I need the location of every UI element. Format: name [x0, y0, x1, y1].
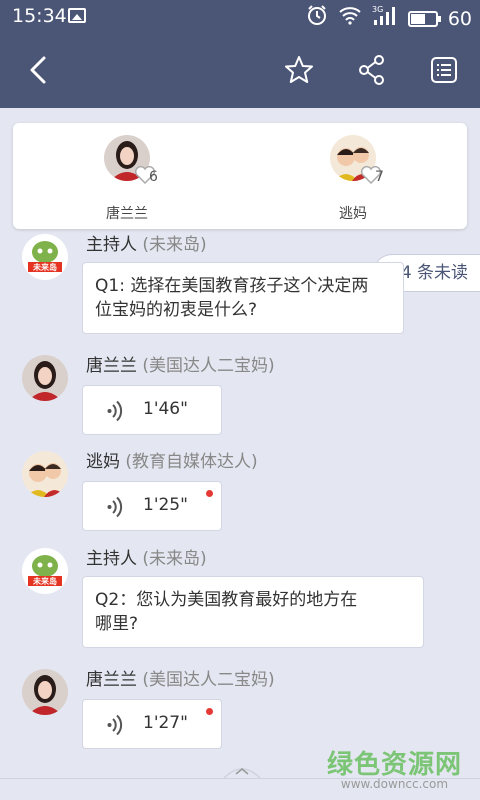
unheard-dot	[206, 490, 213, 497]
participant-name: 唐兰兰	[106, 206, 148, 222]
voice-wave-icon	[107, 400, 123, 422]
voice-duration: 1'46"	[143, 399, 188, 419]
message-sender: 主持人 (未来岛)	[86, 544, 207, 569]
list-icon	[431, 57, 457, 83]
sender-name: 主持人	[86, 549, 137, 569]
back-button[interactable]	[18, 50, 58, 90]
sender-tag: (教育自媒体达人)	[125, 452, 258, 472]
sender-name: 唐兰兰	[86, 670, 137, 690]
like-count: 6	[149, 169, 158, 185]
gallery-icon	[68, 8, 86, 23]
participant-name: 逃妈	[339, 206, 367, 222]
network-type: 3G	[372, 5, 383, 14]
avatar[interactable]: 未来岛	[22, 548, 68, 594]
message-text-line: Q1: 选择在美国教育孩子这个决定两	[95, 276, 369, 296]
sender-name: 唐兰兰	[86, 356, 137, 376]
message-text-line: 位宝妈的初衷是什么?	[95, 300, 258, 320]
battery-icon	[407, 10, 441, 27]
avatar[interactable]	[22, 451, 68, 497]
status-time: 15:34	[12, 5, 67, 27]
avatar[interactable]	[22, 355, 68, 401]
star-icon	[285, 56, 313, 83]
voice-duration: 1'25"	[143, 495, 188, 515]
voice-duration: 1'27"	[143, 713, 188, 733]
message-sender: 主持人 (未来岛)	[86, 230, 207, 255]
watermark-url: www.downcc.com	[340, 777, 449, 791]
avatar[interactable]	[22, 669, 68, 715]
voice-bubble[interactable]: 1'46"	[82, 385, 222, 435]
sender-tag: (未来岛)	[142, 235, 207, 255]
message-sender: 逃妈 (教育自媒体达人)	[86, 447, 258, 472]
message-sender: 唐兰兰 (美国达人二宝妈)	[86, 351, 275, 376]
voice-wave-icon	[107, 714, 123, 736]
sender-tag: (美国达人二宝妈)	[142, 670, 275, 690]
message-sender: 唐兰兰 (美国达人二宝妈)	[86, 665, 275, 690]
avatar[interactable]: 未来岛	[22, 234, 68, 280]
like-count: 7	[375, 169, 384, 185]
sender-tag: (美国达人二宝妈)	[142, 356, 275, 376]
svg-text:未来岛: 未来岛	[32, 262, 57, 272]
share-button[interactable]	[352, 50, 392, 90]
chevron-up-icon	[223, 768, 261, 779]
message-text-line: Q2：您认为美国教育最好的地方在	[95, 590, 358, 610]
text-bubble[interactable]: Q1: 选择在美国教育孩子这个决定两 位宝妈的初衷是什么?	[82, 262, 404, 334]
avatar	[330, 135, 382, 185]
sender-name: 主持人	[86, 235, 137, 255]
avatar	[104, 135, 156, 185]
watermark: 绿色资源网 www.downcc.com	[327, 744, 462, 791]
voice-wave-icon	[107, 496, 123, 518]
list-menu-button[interactable]	[424, 50, 464, 90]
unheard-dot	[206, 708, 213, 715]
wifi-icon	[338, 5, 362, 32]
share-icon	[359, 55, 384, 85]
sender-name: 逃妈	[86, 452, 120, 472]
text-bubble[interactable]: Q2：您认为美国教育最好的地方在 哪里?	[82, 576, 424, 648]
participant-taoma[interactable]: 7 逃妈	[293, 135, 413, 223]
message-text-line: 哪里?	[95, 614, 139, 634]
battery-level: 60	[447, 7, 472, 30]
signal-icon: 3G	[372, 4, 398, 33]
back-arrow-icon	[30, 56, 46, 84]
voice-bubble[interactable]: 1'27"	[82, 699, 222, 749]
sender-tag: (未来岛)	[142, 549, 207, 569]
app-bar	[0, 32, 480, 108]
voice-bubble[interactable]: 1'25"	[82, 481, 222, 531]
status-bar: 15:34 3G 60	[0, 0, 480, 32]
expand-handle[interactable]	[222, 762, 262, 784]
favorite-button[interactable]	[279, 50, 319, 90]
participants-card: 6 唐兰兰 7 逃妈	[13, 123, 467, 229]
watermark-text: 绿色资源网	[326, 750, 462, 780]
svg-text:未来岛: 未来岛	[32, 576, 57, 586]
participant-tanglanlan[interactable]: 6 唐兰兰	[67, 135, 187, 223]
alarm-icon	[306, 4, 328, 33]
